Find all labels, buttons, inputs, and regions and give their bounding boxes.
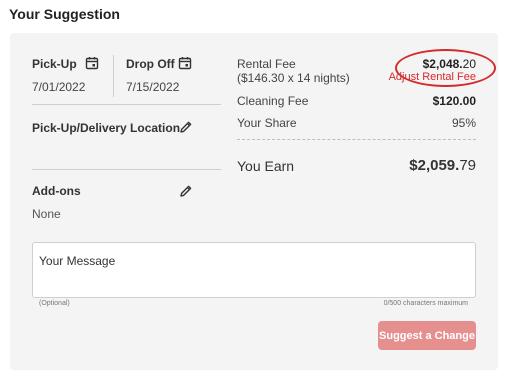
location-label: Pick-Up/Delivery Location: [32, 121, 181, 135]
suggestion-card: Pick-Up 7/01/2022 Drop Off 7/15/2022 Pic…: [10, 33, 498, 370]
suggest-change-button[interactable]: Suggest a Change: [378, 321, 476, 350]
addons-value: None: [32, 207, 61, 221]
dropoff-label: Drop Off: [126, 57, 175, 71]
divider: [32, 169, 221, 170]
highlight-annotation: [395, 49, 496, 87]
addons-label: Add-ons: [32, 184, 81, 198]
divider: [32, 104, 221, 105]
earn-amount: $2,059.79: [409, 157, 476, 174]
char-count-hint: 0/500 characters maximum: [383, 300, 468, 307]
dashed-divider: [237, 139, 476, 140]
cleaning-fee-label: Cleaning Fee: [237, 94, 309, 108]
page-title: Your Suggestion: [9, 6, 120, 22]
pickup-label: Pick-Up: [32, 57, 77, 71]
earn-whole: $2,059.: [409, 157, 460, 174]
message-input[interactable]: [32, 242, 476, 298]
earn-cents: 79: [459, 157, 476, 174]
calendar-icon[interactable]: [178, 56, 192, 70]
rental-fee-detail: ($146.30 x 14 nights): [237, 71, 350, 85]
pencil-icon[interactable]: [179, 184, 193, 198]
cleaning-fee-amount: $120.00: [432, 94, 476, 108]
dropoff-date: 7/15/2022: [126, 80, 180, 94]
pickup-date: 7/01/2022: [32, 80, 86, 94]
calendar-icon[interactable]: [85, 56, 99, 70]
pencil-icon[interactable]: [179, 120, 193, 134]
rental-fee-label: Rental Fee: [237, 57, 296, 71]
date-divider: [113, 55, 114, 97]
share-label: Your Share: [237, 116, 297, 130]
optional-hint: (Optional): [39, 300, 70, 307]
share-value: 95%: [451, 116, 476, 130]
earn-label: You Earn: [237, 158, 295, 174]
